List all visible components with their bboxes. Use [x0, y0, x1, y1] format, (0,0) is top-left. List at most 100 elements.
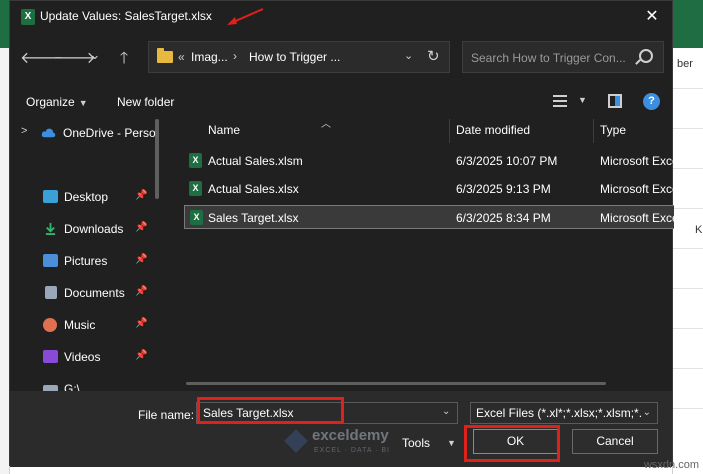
- cloud-icon: [41, 128, 56, 138]
- annotation-highlight-ok: [464, 425, 560, 462]
- horizontal-scrollbar[interactable]: [186, 382, 606, 385]
- table-row-selected[interactable]: X Sales Target.xlsx 6/3/2025 8:34 PM Mic…: [184, 205, 674, 229]
- folder-icon: [157, 48, 173, 63]
- videos-icon: [43, 350, 58, 363]
- sidebar-item-downloads[interactable]: Downloads 📌: [10, 217, 160, 241]
- breadcrumb-chevron-icon: ›: [233, 49, 237, 63]
- sidebar-item-music[interactable]: Music 📌: [10, 313, 160, 337]
- organize-button[interactable]: Organize ▼: [26, 95, 88, 109]
- back-arrow-icon[interactable]: 🡐: [20, 49, 63, 69]
- sidebar-item-desktop[interactable]: Desktop 📌: [10, 185, 160, 209]
- excel-file-icon: X: [190, 210, 203, 225]
- up-arrow-icon[interactable]: 🡑: [113, 49, 135, 69]
- pin-icon: 📌: [135, 318, 148, 329]
- sort-ascending-icon: ︿: [321, 119, 331, 130]
- sidebar-item-pictures[interactable]: Pictures 📌: [10, 249, 160, 273]
- column-divider[interactable]: [593, 119, 594, 143]
- desktop-icon: [43, 190, 58, 203]
- dialog-footer: File name: ⌄ Excel Files (*.xl*;*.xlsx;*…: [10, 391, 672, 467]
- sidebar-item-label: Downloads: [64, 222, 124, 236]
- file-date: 6/3/2025 8:34 PM: [456, 211, 551, 225]
- file-name-dropdown-icon[interactable]: ⌄: [442, 406, 450, 417]
- music-icon: [43, 318, 57, 332]
- search-icon[interactable]: [639, 49, 653, 63]
- file-name-label: File name:: [138, 408, 195, 422]
- sidebar-item-label: OneDrive - Perso: [63, 126, 156, 140]
- sidebar-item-documents[interactable]: Documents 📌: [10, 281, 160, 305]
- view-options-icon[interactable]: [553, 95, 567, 107]
- tools-caret-icon[interactable]: ▼: [447, 438, 456, 448]
- file-name: Actual Sales.xlsm: [208, 154, 303, 168]
- title-bar: X Update Values: SalesTarget.xlsx ✕: [10, 1, 672, 33]
- window-title: Update Values: SalesTarget.xlsx: [40, 9, 212, 23]
- close-icon[interactable]: ✕: [640, 5, 664, 29]
- refresh-icon[interactable]: ↻: [427, 47, 440, 65]
- sidebar-item-label: Videos: [64, 350, 101, 364]
- navigation-bar: 🡐 🡒 ⌄ 🡑 « Imag... › How to Trigger ... ⌄…: [10, 39, 672, 79]
- pin-icon: 📌: [135, 254, 148, 265]
- sidebar-item-label: Pictures: [64, 254, 108, 268]
- pin-icon: 📌: [135, 350, 148, 361]
- documents-icon: [45, 286, 57, 299]
- column-header-date[interactable]: Date modified: [456, 123, 530, 137]
- red-arrow-icon: [227, 8, 264, 25]
- cancel-button[interactable]: Cancel: [572, 429, 658, 454]
- pin-icon: 📌: [135, 190, 148, 201]
- breadcrumb-overflow[interactable]: «: [178, 50, 185, 64]
- preview-pane-icon[interactable]: [608, 94, 622, 108]
- recent-locations-chevron-icon[interactable]: ⌄: [84, 45, 106, 65]
- navigation-pane: > OneDrive - Perso Desktop 📌 Downloads 📌…: [10, 119, 160, 391]
- column-header-name[interactable]: Name: [208, 123, 240, 137]
- organize-label: Organize: [26, 95, 75, 109]
- file-type-filter-value: Excel Files (*.xl*;*.xlsx;*.xlsm;*.xl: [476, 406, 641, 420]
- download-icon: [45, 222, 56, 235]
- table-row[interactable]: X Actual Sales.xlsx 6/3/2025 9:13 PM Mic…: [184, 177, 674, 201]
- view-caret-icon[interactable]: ▼: [578, 95, 587, 105]
- navigation-scrollbar[interactable]: [155, 119, 159, 199]
- excel-sheet-strip: ber K: [672, 48, 703, 474]
- sidebar-item-label: Desktop: [64, 190, 109, 204]
- save-dialog: X Update Values: SalesTarget.xlsx ✕ 🡐 🡒 …: [9, 0, 674, 467]
- source-credit: wsxdn.com: [643, 459, 699, 471]
- file-type: Microsoft Excel M: [600, 154, 674, 168]
- file-type-filter-select[interactable]: Excel Files (*.xl*;*.xlsx;*.xlsm;*.xl ⌄: [470, 402, 658, 424]
- sidebar-item-onedrive[interactable]: > OneDrive - Perso: [10, 121, 160, 145]
- sidebar-item-drive-g[interactable]: G:\: [10, 377, 160, 391]
- excel-ribbon-strip: [672, 0, 703, 48]
- exceldemy-watermark: exceldemy EXCEL · DATA · BI: [284, 427, 394, 461]
- forward-arrow-icon[interactable]: 🡒: [53, 49, 96, 69]
- address-bar[interactable]: « Imag... › How to Trigger ... ⌄ ↻: [148, 41, 450, 73]
- tools-button[interactable]: Tools: [402, 436, 430, 450]
- watermark-name: exceldemy: [312, 427, 389, 444]
- sidebar-item-label: Documents: [64, 286, 125, 300]
- file-list: ︿ Name Date modified Type X Actual Sales…: [176, 115, 674, 385]
- excel-file-icon: X: [189, 181, 202, 196]
- chevron-down-icon: ⌄: [642, 407, 651, 418]
- address-dropdown-icon[interactable]: ⌄: [404, 49, 413, 62]
- excel-cell-text: K: [695, 224, 703, 236]
- sidebar-item-videos[interactable]: Videos 📌: [10, 345, 160, 369]
- annotation-highlight-filename: [197, 397, 344, 424]
- breadcrumb-segment-current[interactable]: How to Trigger ...: [249, 50, 340, 64]
- table-row[interactable]: X Actual Sales.xlsm 6/3/2025 10:07 PM Mi…: [184, 149, 674, 173]
- excel-icon: X: [21, 9, 35, 25]
- watermark-tagline: EXCEL · DATA · BI: [314, 447, 390, 454]
- file-name: Sales Target.xlsx: [208, 211, 299, 225]
- expand-chevron-icon[interactable]: >: [21, 125, 27, 137]
- column-header-type[interactable]: Type: [600, 123, 626, 137]
- sidebar-item-label: G:\: [64, 382, 81, 391]
- pin-icon: 📌: [135, 222, 148, 233]
- search-box[interactable]: Search How to Trigger Con...: [462, 41, 664, 73]
- new-folder-button[interactable]: New folder: [117, 95, 174, 109]
- pictures-icon: [43, 254, 58, 267]
- file-name: Actual Sales.xlsx: [208, 182, 299, 196]
- exceldemy-logo-icon: [284, 429, 308, 453]
- file-date: 6/3/2025 10:07 PM: [456, 154, 558, 168]
- breadcrumb-segment-images[interactable]: Imag...: [191, 50, 228, 64]
- file-date: 6/3/2025 9:13 PM: [456, 182, 551, 196]
- file-type: Microsoft Excel W: [600, 182, 674, 196]
- column-divider[interactable]: [449, 119, 450, 143]
- pin-icon: 📌: [135, 286, 148, 297]
- sidebar-item-label: Music: [64, 318, 96, 332]
- help-icon[interactable]: ?: [643, 93, 660, 110]
